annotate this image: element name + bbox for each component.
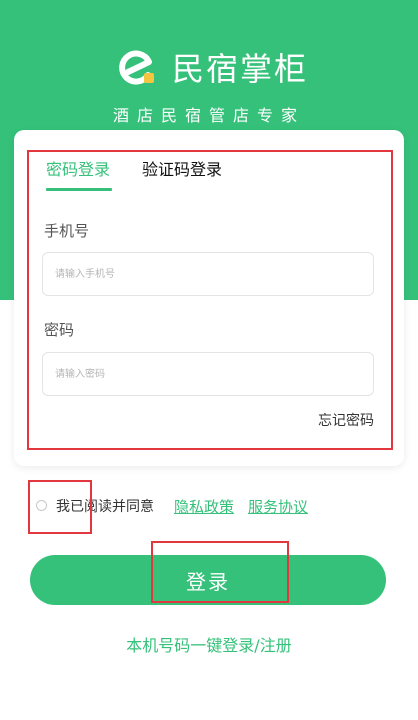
login-form-highlight [27,150,393,450]
agreement-checkbox-highlight [28,480,92,534]
service-agreement-link[interactable]: 服务协议 [248,496,308,518]
e-logo-icon [119,50,154,85]
privacy-policy-link[interactable]: 隐私政策 [174,496,234,518]
brand-name: 民宿掌柜 [172,50,309,88]
login-button-highlight [151,541,289,603]
brand-slogan: 酒店民宿管店专家 [112,106,305,125]
one-key-login-link[interactable]: 本机号码一键登录/注册 [0,634,418,658]
